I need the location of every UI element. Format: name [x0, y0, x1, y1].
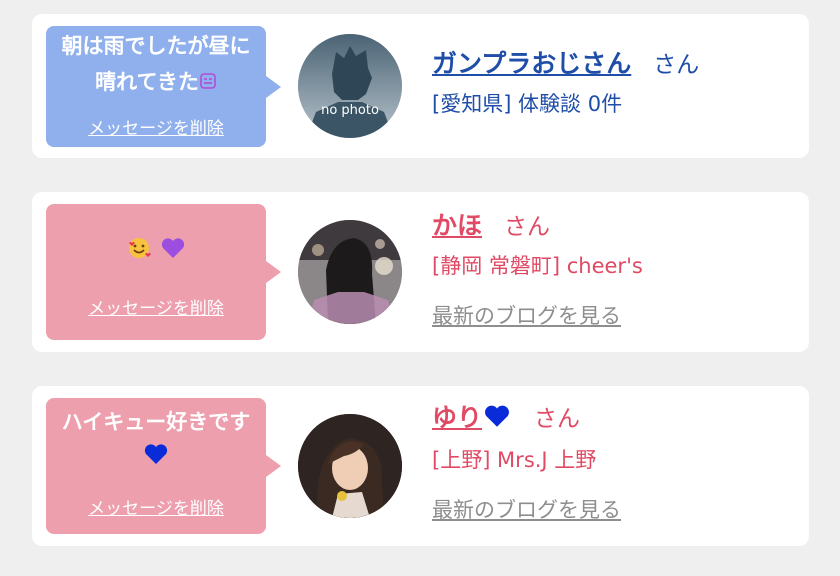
blue-heart-icon — [143, 441, 169, 478]
user-photo — [298, 220, 402, 324]
delete-message-link[interactable]: メッセージを削除 — [46, 298, 266, 320]
user-location: [上野] Mrs.J 上野 — [432, 448, 597, 472]
user-location: [静岡 常磐町] cheer's — [432, 254, 643, 278]
svg-text:no photo: no photo — [321, 103, 379, 118]
blue-heart-icon — [482, 402, 512, 436]
honorific: さん — [504, 214, 551, 240]
message-card: ハイキュー好きです メッセージを削除 ゆり さん [上野] Mrs.J 上野 最… — [32, 386, 809, 546]
user-info: ガンプラおじさん さん [愛知県] 体験談 0件 — [432, 44, 699, 118]
user-info: ゆり さん [上野] Mrs.J 上野 最新のブログを見る — [432, 398, 621, 524]
delete-message-link[interactable]: メッセージを削除 — [46, 118, 266, 140]
honorific: さん — [653, 52, 700, 78]
delete-message-link[interactable]: メッセージを削除 — [46, 498, 266, 520]
user-location: [愛知県] 体験談 0件 — [432, 92, 623, 116]
message-text — [46, 234, 266, 272]
smiling-face-with-hearts-icon — [126, 235, 152, 272]
latest-blog-link[interactable]: 最新のブログを見る — [432, 300, 643, 330]
message-bubble: 朝は雨でしたが昼に晴れてきた メッセージを削除 — [46, 26, 281, 147]
message-card: メッセージを削除 かほ さん [静岡 常磐町] cheer's 最新のブログを見… — [32, 192, 809, 352]
message-card: 朝は雨でしたが昼に晴れてきた メッセージを削除 no photo ガンプラおじさ… — [32, 14, 809, 158]
user-info: かほ さん [静岡 常磐町] cheer's 最新のブログを見る — [432, 206, 643, 330]
purple-heart-icon — [160, 235, 186, 272]
honorific: さん — [534, 406, 581, 432]
avatar[interactable]: no photo — [298, 34, 402, 138]
grinning-face-icon — [199, 65, 217, 101]
no-photo-placeholder-icon: no photo — [298, 34, 402, 138]
message-bubble: ハイキュー好きです メッセージを削除 — [46, 398, 281, 534]
user-name-link[interactable]: ゆり — [432, 398, 512, 436]
message-bubble: メッセージを削除 — [46, 204, 281, 340]
user-name-link[interactable]: かほ — [432, 206, 482, 242]
user-photo — [298, 414, 402, 518]
avatar[interactable] — [298, 220, 402, 324]
avatar[interactable] — [298, 414, 402, 518]
message-text: ハイキュー好きです — [46, 404, 266, 478]
message-text: 朝は雨でしたが昼に晴れてきた — [46, 28, 266, 101]
latest-blog-link[interactable]: 最新のブログを見る — [432, 494, 621, 524]
user-name-link[interactable]: ガンプラおじさん — [432, 44, 631, 80]
